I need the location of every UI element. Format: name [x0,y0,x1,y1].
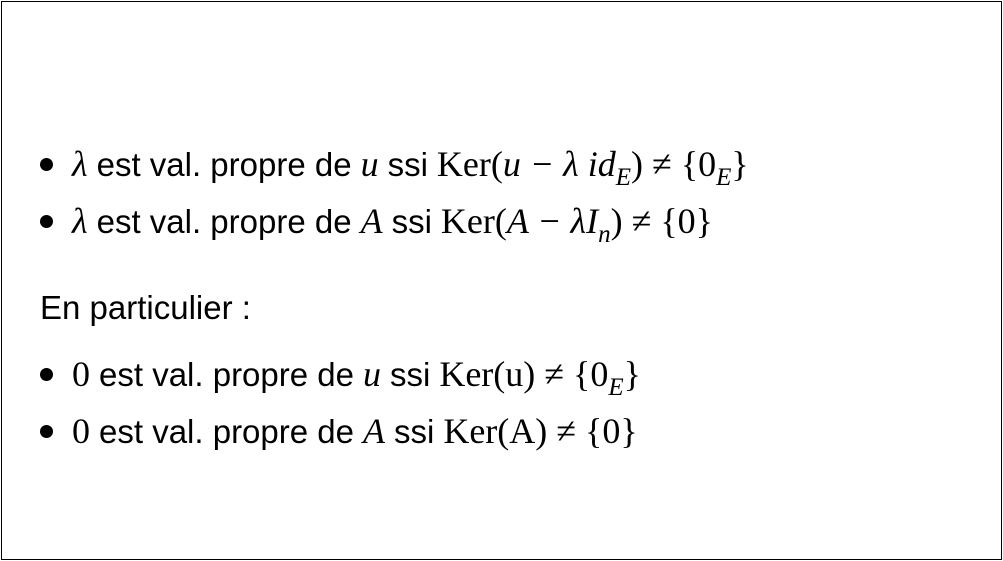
neq-sign: ≠ [544,354,565,394]
kernel-arg: u − λ id [502,144,616,184]
set-sub: E [716,164,732,191]
kernel-sub: E [615,164,632,191]
set-open: {0 [680,144,717,184]
object: A [362,411,385,451]
kernel-close: ) [610,201,623,241]
set-open: {0 [585,411,621,451]
set-open: {0 [573,354,609,394]
connector: ssi [389,356,431,393]
set-close: } [731,144,749,184]
list-item: λ est val. propre de Assi Ker(A − λIn) ≠ {0} [40,201,713,248]
subject: 0 [72,411,90,451]
statement-text: est val. propre de [96,203,352,240]
set-close: } [695,201,713,241]
kernel-sub: n [598,221,611,248]
statement-text: est val. propre de [99,413,354,450]
connector: ssi [387,146,428,183]
statement-text: est val. propre de [96,146,352,183]
list-item: λ est val. propre de u ssi Ker(u − λ idE) ≠ {0… [40,144,749,191]
set-sub: E [608,374,624,401]
set-open: {0 [660,201,696,241]
section-heading: En particulier : [40,289,251,326]
object: u [362,354,381,394]
connector: ssi [393,413,435,450]
bullet-icon [40,367,53,381]
kernel-open: Ker( [440,201,507,241]
kernel-open: Ker( [436,144,503,184]
neq-sign: ≠ [556,411,577,451]
subject: λ [72,144,88,184]
subject: λ [72,201,88,241]
kernel: Ker(u) [439,354,536,394]
kernel: Ker(A) [443,411,548,451]
neq-sign: ≠ [652,144,672,184]
bullet-icon [40,157,53,171]
list-item: 0 est val. propre de Assi Ker(A) ≠ {0} [40,411,638,451]
statement-text: est val. propre de [99,356,354,393]
neq-sign: ≠ [631,201,652,241]
set-close: } [620,411,638,451]
subject: 0 [72,354,90,394]
slide: λ est val. propre de u ssi Ker(u − λ idE) ≠ {0… [1,1,1002,560]
kernel-close: ) [631,144,644,184]
kernel-arg: A − λI [506,201,599,241]
object: u [360,144,379,184]
bullet-icon [40,214,53,228]
set-close: } [623,354,641,394]
connector: ssi [391,203,432,240]
bullet-icon [40,424,53,438]
object: A [360,201,383,241]
list-item: 0 est val. propre de u ssi Ker(u) ≠ {0E} [40,354,641,401]
